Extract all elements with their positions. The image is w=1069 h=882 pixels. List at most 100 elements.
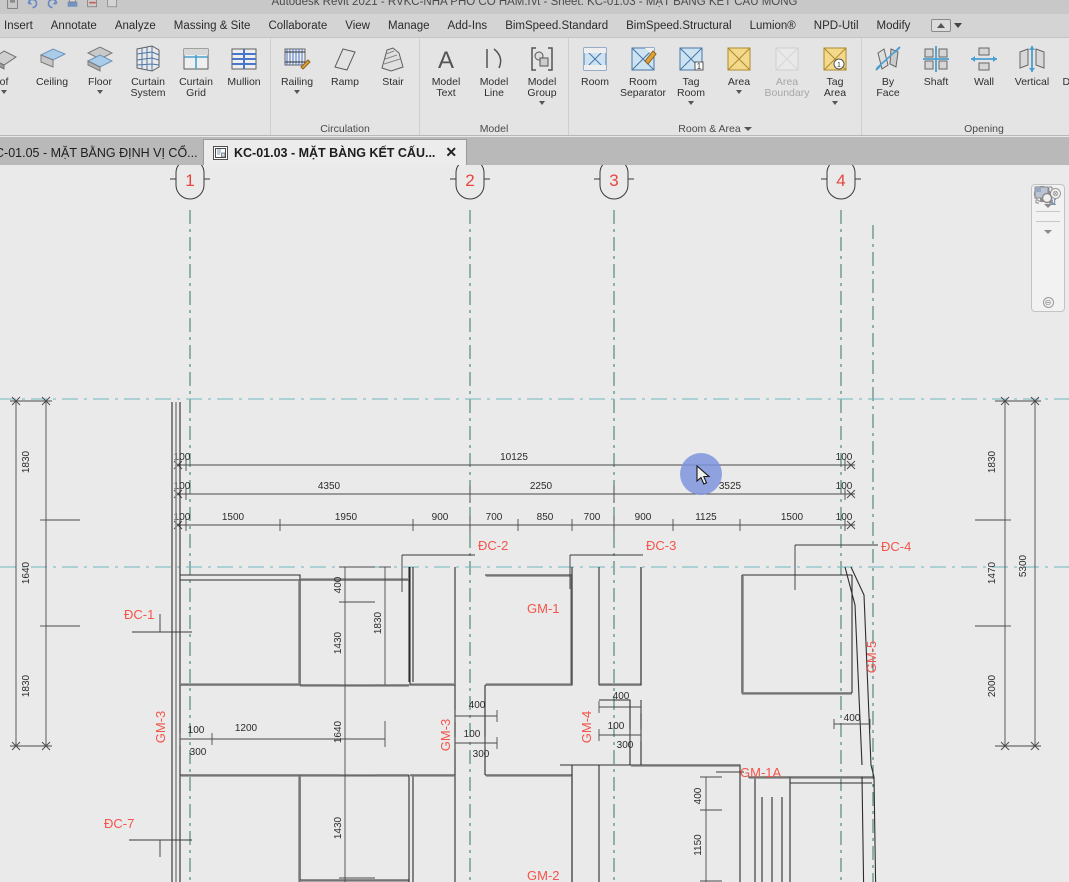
dimension-string-top-detail[interactable]: 100 1500 1950 900 700 850 700 900 1125 1… bbox=[174, 512, 856, 534]
tag-gm-3-left[interactable]: GM-3 bbox=[153, 711, 168, 744]
chevron-down-icon[interactable] bbox=[736, 90, 742, 94]
ribbon-tab-manage[interactable]: Manage bbox=[379, 14, 439, 38]
view-tab-bar[interactable]: C-01.05 - MẶT BẰNG ĐỊNH VỊ CỔ... KC-01.0… bbox=[0, 137, 1069, 166]
ribbon-tab-massing-site[interactable]: Massing & Site bbox=[165, 14, 260, 38]
tag-gm-1[interactable]: GM-1 bbox=[527, 601, 560, 616]
ribbon-tab-bimspeed-standard[interactable]: BimSpeed.Standard bbox=[496, 14, 617, 38]
chevron-down-icon[interactable] bbox=[97, 90, 103, 94]
drawing-canvas[interactable]: .dim { font-size: 10px; fill: #2b2b2b; }… bbox=[0, 165, 1069, 882]
interior-dimensions[interactable]: 400 1430 1640 1430 400 1830 bbox=[179, 566, 871, 882]
tag-room-button[interactable]: 1 Tag Room bbox=[667, 41, 715, 105]
ribbon-tab-collaborate[interactable]: Collaborate bbox=[259, 14, 336, 38]
curtain-system-button[interactable]: Curtain System bbox=[124, 41, 172, 99]
chevron-down-icon[interactable] bbox=[294, 90, 300, 94]
ribbon-tab-view[interactable]: View bbox=[336, 14, 379, 38]
chevron-down-icon[interactable] bbox=[688, 101, 694, 105]
mullion-button[interactable]: Mullion bbox=[220, 41, 268, 88]
tag-dc-3[interactable]: ĐC-3 bbox=[646, 538, 676, 553]
tag-dc-4[interactable]: ĐC-4 bbox=[881, 539, 911, 554]
chevron-down-icon[interactable] bbox=[539, 101, 545, 105]
navigation-bar[interactable]: ⊗ 2D bbox=[1031, 184, 1065, 312]
tag-gm-3-mid[interactable]: GM-3 bbox=[438, 719, 453, 752]
room-separator-button[interactable]: Room Separator bbox=[619, 41, 667, 99]
ribbon-collapse-icon[interactable] bbox=[931, 19, 952, 32]
ceiling-button[interactable]: Ceiling bbox=[28, 41, 76, 88]
close-icon[interactable]: ✕ bbox=[445, 144, 457, 161]
grid-bubble-3[interactable]: 3 bbox=[594, 165, 634, 200]
ribbon-tab-add-ins[interactable]: Add-Ins bbox=[439, 14, 497, 38]
navbar-resize-handle[interactable]: ⊖ bbox=[1042, 297, 1054, 308]
tag-area-button[interactable]: 1 Tag Area bbox=[811, 41, 859, 105]
chevron-down-icon[interactable] bbox=[743, 126, 752, 131]
view-tab-label: KC-01.03 - MẶT BÀNG KẾT CẤU... bbox=[234, 145, 436, 160]
tag-gm-5[interactable]: GM-5 bbox=[864, 641, 879, 674]
tag-area-label: Tag Area bbox=[823, 76, 847, 99]
grid-bubble-label: 3 bbox=[609, 171, 618, 190]
dimension-value: 2000 bbox=[987, 674, 998, 697]
chevron-down-icon[interactable] bbox=[832, 101, 838, 105]
shaft-opening-button[interactable]: Shaft bbox=[912, 41, 960, 88]
ribbon-tab-insert[interactable]: Insert bbox=[0, 14, 42, 38]
dimension-value: 1500 bbox=[781, 512, 804, 523]
model-line-button[interactable]: Model Line bbox=[470, 41, 518, 99]
chevron-down-icon[interactable] bbox=[1044, 230, 1052, 234]
dimension-string-top-middle[interactable]: 100 4350 2250 3525 100 bbox=[174, 481, 856, 503]
model-group-button[interactable]: Model Group bbox=[518, 41, 566, 105]
grid-bubble-4[interactable]: 4 bbox=[821, 165, 861, 200]
wall-opening-button[interactable]: Wall bbox=[960, 41, 1008, 88]
foundation-geometry[interactable] bbox=[171, 402, 877, 882]
tag-gm-1a[interactable]: GM-1A bbox=[740, 765, 782, 780]
stair-button[interactable]: Stair bbox=[369, 41, 417, 88]
dimension-value: 400 bbox=[333, 576, 344, 593]
chevron-down-icon[interactable] bbox=[1, 90, 7, 94]
svg-text:A: A bbox=[438, 47, 454, 74]
view-tab-kc-01-05[interactable]: C-01.05 - MẶT BẰNG ĐỊNH VỊ CỔ... bbox=[0, 140, 207, 166]
room-button[interactable]: Room bbox=[571, 41, 619, 88]
dimension-value: 2250 bbox=[530, 481, 553, 492]
sheet-icon bbox=[213, 145, 228, 160]
dimension-string-left[interactable]: 1830 1640 1830 bbox=[10, 396, 80, 751]
ribbon-tab-npd-util[interactable]: NPD-Util bbox=[805, 14, 868, 38]
tag-dc-1[interactable]: ĐC-1 bbox=[124, 607, 154, 622]
grid-bubbles[interactable]: 1 2 3 4 bbox=[170, 165, 861, 200]
grid-bubble-2[interactable]: 2 bbox=[450, 165, 490, 200]
dimension-value: 100 bbox=[188, 725, 205, 736]
chevron-down-icon[interactable] bbox=[954, 23, 963, 28]
view-tab-kc-01-03[interactable]: KC-01.03 - MẶT BÀNG KẾT CẤU... ✕ bbox=[203, 139, 468, 165]
railing-button[interactable]: Railing bbox=[273, 41, 321, 94]
dimension-string-right[interactable]: 1830 1470 2000 5300 bbox=[975, 396, 1041, 751]
ribbon-tab-analyze[interactable]: Analyze bbox=[106, 14, 165, 38]
roof-icon bbox=[0, 43, 20, 75]
ribbon-tab-bimspeed-structural[interactable]: BimSpeed.Structural bbox=[617, 14, 740, 38]
tag-dc-2-top[interactable]: ĐC-2 bbox=[478, 538, 508, 553]
railing-icon bbox=[281, 43, 313, 75]
grid-lines-vertical bbox=[189, 210, 874, 882]
vertical-opening-button[interactable]: Vertical bbox=[1008, 41, 1056, 88]
dimension-value: 1830 bbox=[21, 450, 32, 473]
dormer-icon bbox=[1064, 43, 1069, 75]
panel-title-opening: Opening bbox=[964, 122, 1004, 135]
dimension-value: 1430 bbox=[333, 631, 344, 654]
ribbon-tab-annotate[interactable]: Annotate bbox=[42, 14, 106, 38]
ribbon-tab-lumion[interactable]: Lumion® bbox=[741, 14, 805, 38]
curtain-grid-button[interactable]: Curtain Grid bbox=[172, 41, 220, 99]
tag-dc-7[interactable]: ĐC-7 bbox=[104, 816, 134, 831]
opening-by-face-button[interactable]: By Face bbox=[864, 41, 912, 99]
tag-gm-4[interactable]: GM-4 bbox=[579, 711, 594, 744]
ribbon-tab-bar[interactable]: Insert Annotate Analyze Massing & Site C… bbox=[0, 14, 1069, 38]
grid-bubble-1[interactable]: 1 bbox=[170, 165, 210, 200]
ribbon-tab-modify[interactable]: Modify bbox=[868, 14, 920, 38]
dimension-value: 100 bbox=[836, 512, 853, 523]
dimension-string-top-overall[interactable]: 100 10125 100 bbox=[174, 452, 856, 471]
dormer-opening-button[interactable]: Dormer bbox=[1056, 41, 1069, 88]
dimension-value: 900 bbox=[635, 512, 652, 523]
tag-gm-2[interactable]: GM-2 bbox=[527, 868, 560, 882]
area-button[interactable]: Area bbox=[715, 41, 763, 94]
model-text-button[interactable]: A Model Text bbox=[422, 41, 470, 99]
ramp-button[interactable]: Ramp bbox=[321, 41, 369, 88]
panel-title-room-area-text: Room & Area bbox=[678, 122, 741, 135]
floor-button[interactable]: Floor bbox=[76, 41, 124, 94]
ribbon-minimize-control[interactable] bbox=[931, 19, 963, 32]
zoom-button[interactable] bbox=[1034, 186, 1055, 234]
dormer-label: Dormer bbox=[1052, 77, 1069, 88]
